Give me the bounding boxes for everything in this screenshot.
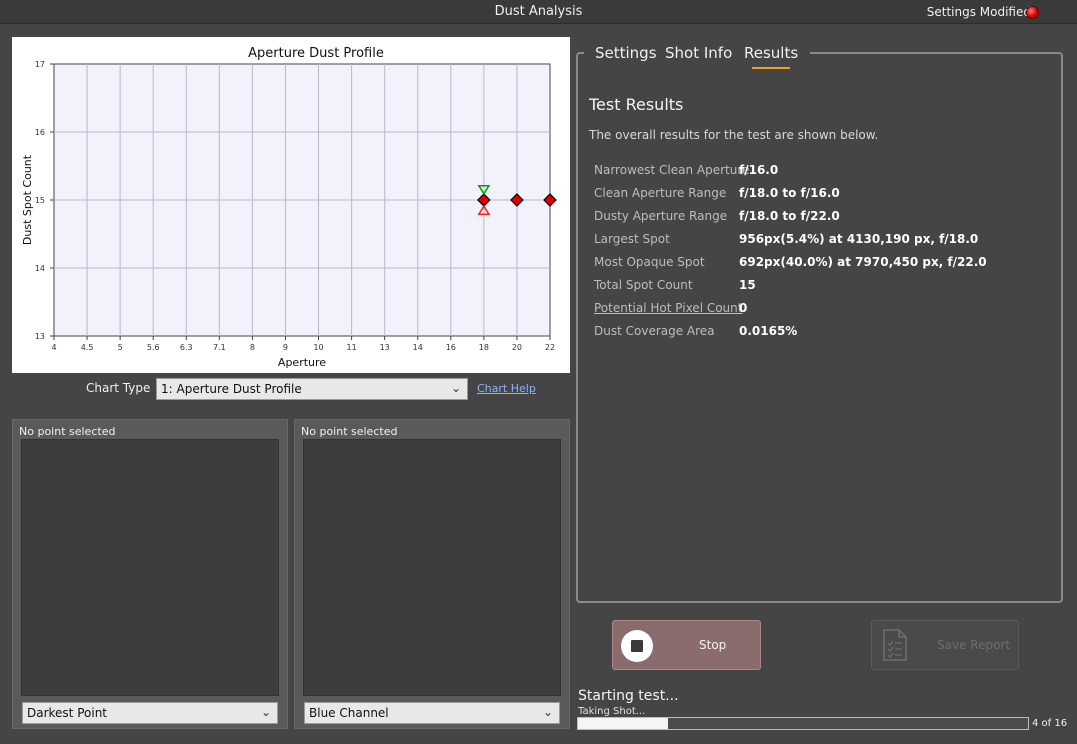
chart-title: Aperture Dust Profile [248, 46, 384, 61]
result-value: f/18.0 to f/16.0 [739, 186, 840, 200]
result-key: Total Spot Count [594, 278, 693, 292]
x-axis-label: Aperture [278, 356, 326, 369]
result-key: Clean Aperture Range [594, 186, 727, 200]
result-value: 0 [739, 301, 748, 315]
chart-svg: 4 4.5 5 5.6 6.3 7.1 8 9 10 11 13 14 16 18 20 22 13 14 15 16… [21, 46, 557, 369]
y-tick-label: 14 [35, 264, 45, 273]
y-tick-label: 16 [35, 128, 45, 137]
result-value: 956px(5.4%) at 4130,190 px, f/18.0 [739, 232, 979, 246]
settings-modified-label: Settings Modified [926, 5, 1031, 19]
x-tick-label: 4 [51, 343, 56, 352]
x-tick-label: 14 [413, 343, 423, 352]
progress-count: 4 of 16 [1032, 718, 1068, 729]
channel-value: Blue Channel [309, 706, 389, 720]
progress-bar [577, 717, 1029, 730]
x-tick-label: 11 [347, 343, 357, 352]
tab-results[interactable]: Results [744, 44, 798, 69]
x-tick-label: 9 [283, 343, 288, 352]
point-view [303, 439, 561, 696]
y-axis-label: Dust Spot Count [21, 154, 34, 245]
tab-settings[interactable]: Settings [595, 44, 657, 62]
chart-type-select[interactable]: 1: Aperture Dust Profile ⌄ [156, 378, 468, 400]
result-value: 0.0165% [739, 324, 798, 338]
view-mode-value: Darkest Point [27, 706, 107, 720]
y-tick-label: 15 [35, 196, 45, 205]
save-report-label: Save Report [937, 638, 1011, 652]
y-tick-label: 17 [35, 60, 45, 69]
x-tick-label: 5 [118, 343, 123, 352]
title-bar: Dust Analysis Settings Modified [0, 0, 1077, 24]
blue-channel-panel: No point selected Blue Channel ⌄ [294, 419, 570, 729]
result-key: Dust Coverage Area [594, 324, 715, 338]
panel-caption: No point selected [301, 425, 398, 438]
result-key: Narrowest Clean Aperture [594, 163, 750, 177]
darkest-point-panel: No point selected Darkest Point ⌄ [12, 419, 288, 729]
stop-button[interactable]: Stop [612, 620, 761, 670]
x-tick-label: 13 [380, 343, 390, 352]
x-tick-label: 18 [479, 343, 489, 352]
result-value: 15 [739, 278, 756, 292]
x-tick-label: 7.1 [213, 343, 226, 352]
report-icon [882, 629, 908, 664]
result-value: f/18.0 to f/22.0 [739, 209, 840, 223]
result-key: Largest Spot [594, 232, 670, 246]
x-tick-label: 10 [313, 343, 323, 352]
stop-icon [621, 630, 653, 662]
stop-button-label: Stop [699, 638, 727, 652]
chart-type-label: Chart Type [86, 381, 151, 395]
hot-pixel-count-link[interactable]: Potential Hot Pixel Count [594, 301, 742, 315]
x-tick-label: 20 [512, 343, 522, 352]
x-tick-label: 4.5 [81, 343, 94, 352]
status-subtext: Taking Shot... [578, 706, 646, 717]
settings-modified-indicator-icon [1026, 6, 1039, 19]
view-mode-select[interactable]: Darkest Point ⌄ [22, 702, 278, 724]
progress-fill [578, 718, 668, 729]
window-title: Dust Analysis [494, 4, 583, 19]
x-tick-label: 5.6 [147, 343, 160, 352]
result-key: Dusty Aperture Range [594, 209, 728, 223]
panel-caption: No point selected [19, 425, 116, 438]
results-title: Test Results [589, 95, 684, 114]
y-tick-label: 13 [35, 332, 45, 341]
result-key: Most Opaque Spot [594, 255, 705, 269]
tab-shot-info[interactable]: Shot Info [665, 44, 732, 62]
x-tick-label: 8 [250, 343, 255, 352]
point-view [21, 439, 279, 696]
status-text: Starting test... [578, 688, 679, 704]
result-value: 692px(40.0%) at 7970,450 px, f/22.0 [739, 255, 987, 269]
chart-help-link[interactable]: Chart Help [477, 382, 536, 395]
save-report-button[interactable]: Save Report [871, 620, 1019, 670]
aperture-dust-chart[interactable]: 4 4.5 5 5.6 6.3 7.1 8 9 10 11 13 14 16 18 20 22 13 14 15 16… [12, 37, 570, 373]
chevron-down-icon: ⌄ [450, 381, 461, 395]
chart-type-value: 1: Aperture Dust Profile [161, 382, 302, 396]
channel-select[interactable]: Blue Channel ⌄ [304, 702, 560, 724]
x-tick-label: 6.3 [180, 343, 193, 352]
result-value: f/16.0 [739, 163, 779, 177]
chevron-down-icon: ⌄ [542, 705, 553, 719]
chevron-down-icon: ⌄ [260, 705, 271, 719]
x-tick-label: 16 [446, 343, 456, 352]
results-description: The overall results for the test are sho… [589, 128, 879, 142]
x-tick-label: 22 [545, 343, 555, 352]
